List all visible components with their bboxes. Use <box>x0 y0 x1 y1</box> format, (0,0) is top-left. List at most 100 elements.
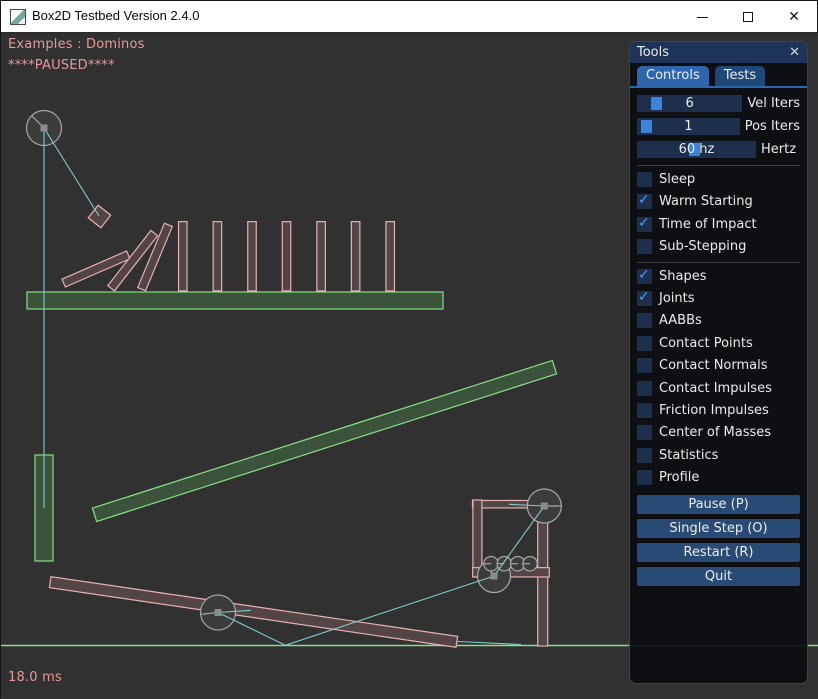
titlebar: Box2D Testbed Version 2.4.0 ✕ <box>1 1 817 33</box>
checkbox-label: Center of Masses <box>659 425 771 440</box>
checkbox-profile[interactable]: Profile <box>637 470 800 485</box>
ramp-plank <box>92 361 556 522</box>
maximize-icon <box>743 12 753 22</box>
check-mark-icon: ✓ <box>638 267 650 283</box>
checkbox-label: Contact Points <box>659 336 753 351</box>
check-mark-icon: ✓ <box>638 289 650 305</box>
checkbox-aabbs[interactable]: AABBs <box>637 313 800 328</box>
checkbox-shapes[interactable]: ✓ Shapes <box>637 269 800 284</box>
checkbox-box[interactable] <box>637 358 652 373</box>
quit-button[interactable]: Quit <box>637 567 800 586</box>
slider-label: Hertz <box>761 142 796 157</box>
joint-anchor-1 <box>41 125 48 132</box>
window-title: Box2D Testbed Version 2.4.0 <box>32 8 199 23</box>
close-button[interactable]: ✕ <box>771 1 817 33</box>
checkbox-contact-impulses[interactable]: Contact Impulses <box>637 381 800 396</box>
hud-frame-time: 18.0 ms <box>8 670 62 685</box>
joint-line-2 <box>44 128 99 216</box>
checkbox-label: Joints <box>659 291 695 306</box>
checkbox-box[interactable]: ✓ <box>637 217 652 232</box>
checkbox-box[interactable] <box>637 403 652 418</box>
checkbox-time-of-impact[interactable]: ✓ Time of Impact <box>637 217 800 232</box>
tools-panel-title: Tools <box>637 45 789 60</box>
slider-track[interactable]: 1 <box>637 118 740 135</box>
checkbox-joints[interactable]: ✓ Joints <box>637 291 800 306</box>
checkbox-groups: Sleep✓ Warm Starting✓ Time of Impact Sub… <box>637 165 800 485</box>
restart-button[interactable]: Restart (R) <box>637 543 800 562</box>
slider-group: 6 Vel Iters 1 Pos Iters 60 hz Hertz <box>637 95 800 158</box>
checkbox-sleep[interactable]: Sleep <box>637 172 800 187</box>
window-controls: ✕ <box>679 1 817 33</box>
domino-standing-4 <box>282 222 291 291</box>
checkbox-friction-impulses[interactable]: Friction Impulses <box>637 403 800 418</box>
tab-controls[interactable]: Controls <box>637 66 709 86</box>
slider-pos-iters: 1 Pos Iters <box>637 118 800 135</box>
checkbox-label: Sub-Stepping <box>659 239 746 254</box>
checkbox-box[interactable] <box>637 470 652 485</box>
panel-close-icon[interactable]: ✕ <box>789 46 800 59</box>
checkbox-contact-points[interactable]: Contact Points <box>637 336 800 351</box>
checkbox-label: Time of Impact <box>659 217 757 232</box>
joint-anchor-3 <box>541 503 548 510</box>
checkbox-statistics[interactable]: Statistics <box>637 448 800 463</box>
checkbox-center-of-masses[interactable]: Center of Masses <box>637 425 800 440</box>
checkbox-label: Friction Impulses <box>659 403 769 418</box>
app-icon <box>10 9 26 25</box>
falling-box <box>88 205 110 227</box>
tab-underline <box>630 86 807 88</box>
tools-panel-body: 6 Vel Iters 1 Pos Iters 60 hz Hertz Slee… <box>630 95 807 586</box>
separator <box>637 165 800 166</box>
slider-value: 1 <box>637 118 740 135</box>
minimize-button[interactable] <box>679 1 725 33</box>
domino-standing-7 <box>386 222 395 291</box>
pause-button[interactable]: Pause (P) <box>637 495 800 514</box>
joint-anchor-4 <box>491 573 498 580</box>
domino-standing-6 <box>351 222 359 291</box>
checkbox-label: Profile <box>659 470 699 485</box>
checkbox-contact-normals[interactable]: Contact Normals <box>637 358 800 373</box>
joint-anchor-2 <box>215 609 222 616</box>
checkbox-box[interactable] <box>637 381 652 396</box>
minimize-icon <box>697 17 708 18</box>
checkbox-box[interactable] <box>637 448 652 463</box>
checkbox-box[interactable] <box>637 425 652 440</box>
checkbox-box[interactable] <box>637 239 652 254</box>
checkbox-label: Statistics <box>659 448 718 463</box>
slider-hertz: 60 hz Hertz <box>637 141 800 158</box>
close-icon: ✕ <box>788 10 800 24</box>
checkbox-label: Contact Impulses <box>659 381 772 396</box>
checkbox-box[interactable] <box>637 336 652 351</box>
domino-standing-1 <box>179 222 187 291</box>
checkbox-sub-stepping[interactable]: Sub-Stepping <box>637 239 800 254</box>
checkbox-label: Shapes <box>659 269 706 284</box>
seesaw-beam <box>49 577 457 648</box>
checkbox-box[interactable]: ✓ <box>637 194 652 209</box>
slider-track[interactable]: 60 hz <box>637 141 756 158</box>
checkbox-label: Contact Normals <box>659 358 768 373</box>
checkbox-label: Sleep <box>659 172 695 187</box>
hud-paused-label: ****PAUSED**** <box>8 58 115 73</box>
domino-standing-3 <box>248 222 257 291</box>
tools-panel: Tools ✕ Controls Tests 6 Vel Iters 1 Pos… <box>629 41 808 684</box>
checkbox-box[interactable] <box>637 313 652 328</box>
checkbox-warm-starting[interactable]: ✓ Warm Starting <box>637 194 800 209</box>
slider-vel-iters: 6 Vel Iters <box>637 95 800 112</box>
action-buttons: Pause (P) Single Step (O) Restart (R) Quit <box>637 495 800 586</box>
checkbox-box[interactable] <box>637 172 652 187</box>
checkbox-box[interactable]: ✓ <box>637 269 652 284</box>
checkbox-label: Warm Starting <box>659 194 753 209</box>
slider-label: Vel Iters <box>747 96 800 111</box>
checkbox-box[interactable]: ✓ <box>637 291 652 306</box>
tab-tests[interactable]: Tests <box>715 66 765 86</box>
separator <box>637 262 800 263</box>
maximize-button[interactable] <box>725 1 771 33</box>
tools-panel-titlebar[interactable]: Tools ✕ <box>630 42 807 63</box>
joint-line-8 <box>457 642 521 645</box>
check-mark-icon: ✓ <box>638 215 650 231</box>
domino-standing-2 <box>213 222 221 291</box>
domino-standing-5 <box>317 222 325 291</box>
tab-bar: Controls Tests <box>630 64 807 86</box>
single-button[interactable]: Single Step (O) <box>637 519 800 538</box>
slider-track[interactable]: 6 <box>637 95 742 112</box>
slider-label: Pos Iters <box>745 119 800 134</box>
